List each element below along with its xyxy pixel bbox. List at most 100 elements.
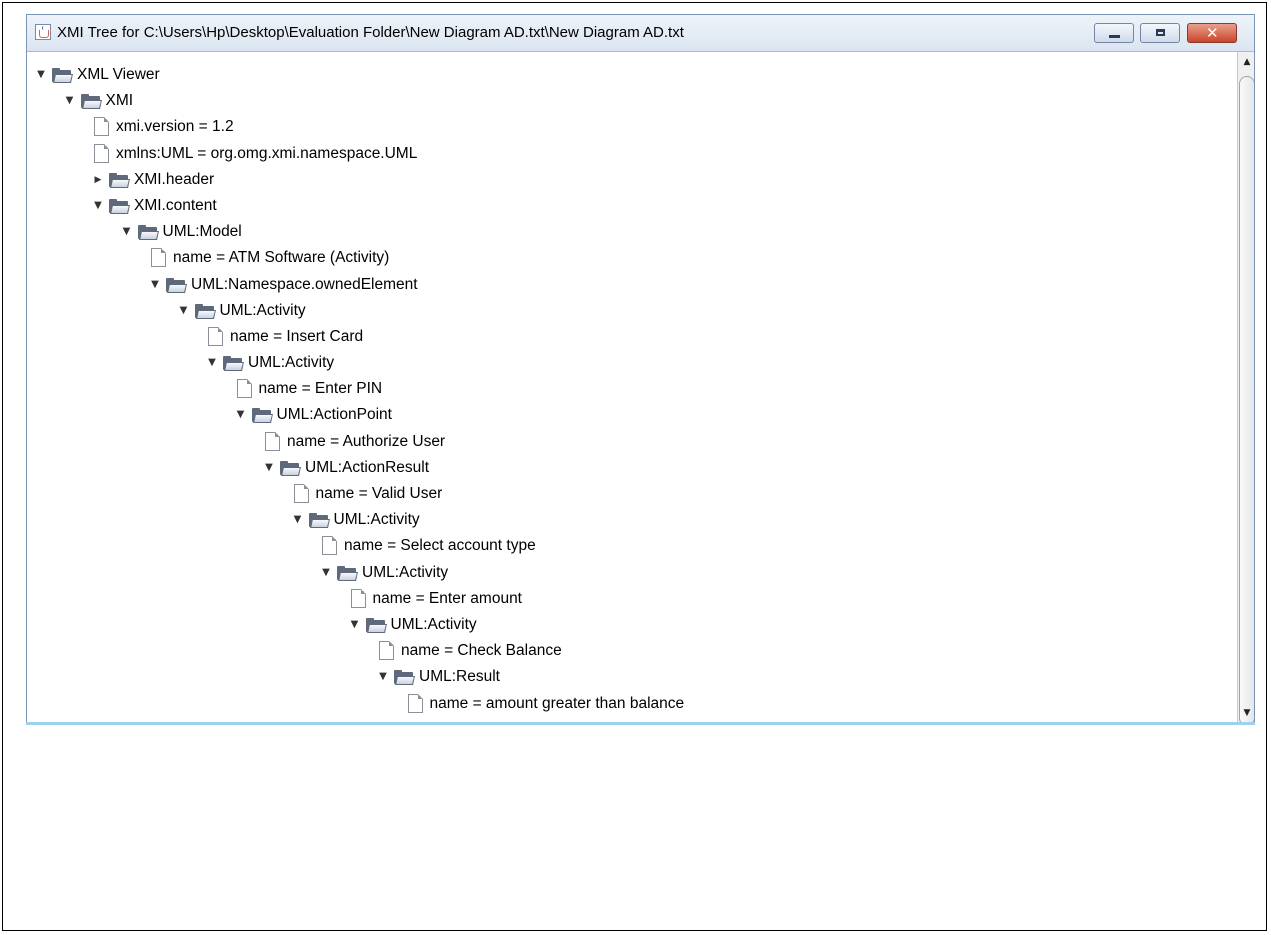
tree-node-leaf[interactable]: name = Enter amount (27, 586, 1237, 612)
triangle-down-icon[interactable]: ▼ (349, 612, 361, 638)
tree-node-label: name = amount greater than balance (429, 694, 685, 712)
tree-node-folder[interactable]: ▼ UML:Activity (27, 350, 1237, 376)
triangle-down-icon[interactable]: ▼ (64, 88, 76, 114)
xml-tree-view[interactable]: ▼ XML Viewer ▼ XMI xmi.version = 1.2 xmlns:UM… (27, 52, 1237, 723)
folder-open-icon (166, 277, 187, 293)
tree-node-folder[interactable]: ▼ UML:Activity (27, 612, 1237, 638)
tree-node-folder[interactable]: ▼ UML:Activity (27, 560, 1237, 586)
tree-node-folder[interactable]: ▼ XML Viewer (27, 62, 1237, 88)
triangle-down-icon[interactable]: ▼ (377, 664, 389, 690)
tree-node-folder[interactable]: ▼ UML:Activity (27, 507, 1237, 533)
vertical-scrollbar[interactable]: ▲ ▼ (1237, 52, 1254, 723)
tree-node-label: xmi.version = 1.2 (116, 118, 234, 136)
folder-open-icon (52, 68, 73, 83)
folder-open-icon (109, 198, 130, 214)
tree-node-leaf[interactable]: name = ATM Software (Activity) (27, 245, 1237, 271)
maximize-button[interactable] (1140, 23, 1180, 43)
tree-node-folder[interactable]: ▼ XMI.content (27, 193, 1237, 219)
tree-node-label: name = Authorize User (287, 432, 446, 450)
maximize-icon (1156, 29, 1165, 36)
folder-open-icon (365, 617, 387, 633)
triangle-down-icon[interactable]: ▼ (320, 560, 332, 586)
minimize-button[interactable] (1094, 23, 1134, 43)
scroll-up-arrow-icon[interactable]: ▲ (1238, 54, 1254, 70)
tree-node-leaf[interactable]: xmi.version = 1.2 (27, 114, 1237, 140)
folder-open-icon (194, 303, 216, 319)
triangle-down-icon[interactable]: ▼ (35, 62, 47, 88)
window-bottom-edge (26, 722, 1255, 725)
file-icon (208, 326, 223, 346)
tree-node-folder[interactable]: ▼ UML:Activity (27, 298, 1237, 324)
tree-node-leaf[interactable]: name = Valid User (27, 481, 1237, 507)
scroll-down-arrow-icon[interactable]: ▼ (1238, 705, 1254, 721)
tree-node-label: XMI.header (134, 170, 215, 188)
tree-node-label: UML:Activity (333, 511, 420, 529)
xmi-tree-window: XMI Tree for C:\Users\Hp\Desktop\Evaluat… (26, 14, 1255, 724)
triangle-down-icon[interactable]: ▼ (92, 193, 104, 219)
triangle-down-icon[interactable]: ▼ (235, 402, 247, 428)
tree-node-folder[interactable]: ▼ UML:ActionPoint (27, 402, 1237, 428)
file-icon (265, 431, 280, 451)
tree-node-leaf[interactable]: name = Select account type (27, 533, 1237, 559)
tree-node-label: UML:Namespace.ownedElement (191, 275, 418, 293)
java-app-icon (35, 24, 51, 40)
file-icon (379, 641, 394, 661)
triangle-right-icon[interactable]: ▶ (92, 167, 104, 193)
file-icon (322, 536, 337, 556)
tree-node-label: XMI.content (134, 196, 217, 214)
tree-node-label: name = ATM Software (Activity) (173, 249, 390, 267)
title-bar[interactable]: XMI Tree for C:\Users\Hp\Desktop\Evaluat… (27, 15, 1254, 52)
file-icon (350, 588, 366, 608)
scroll-thumb[interactable] (1239, 76, 1254, 723)
tree-node-folder[interactable]: ▶ XMI.header (27, 167, 1237, 193)
tree-node-label: UML:Model (162, 223, 242, 241)
triangle-down-icon[interactable]: ▼ (292, 507, 304, 533)
file-icon (293, 484, 309, 503)
file-icon (407, 693, 423, 713)
tree-node-label: UML:Activity (248, 354, 335, 372)
tree-node-folder[interactable]: ▼ XMI (27, 88, 1237, 114)
tree-node-label: UML:Activity (390, 615, 477, 633)
folder-open-icon (109, 172, 130, 188)
close-icon: ✕ (1206, 24, 1219, 42)
tree-node-folder[interactable]: ▼ UML:Model (27, 219, 1237, 245)
triangle-down-icon[interactable]: ▼ (178, 298, 190, 324)
file-icon (94, 117, 109, 137)
tree-node-label: name = Select account type (344, 537, 536, 555)
folder-open-icon (280, 460, 301, 476)
tree-node-leaf[interactable]: name = Check Balance (27, 638, 1237, 664)
triangle-down-icon[interactable]: ▼ (263, 455, 275, 481)
triangle-down-icon[interactable]: ▼ (149, 272, 161, 298)
tree-node-label: UML:Result (419, 668, 500, 686)
tree-node-leaf[interactable]: name = Authorize User (27, 429, 1237, 455)
folder-open-icon (137, 225, 159, 241)
tree-node-folder[interactable]: ▼ UML:Namespace.ownedElement (27, 272, 1237, 298)
file-icon (94, 143, 109, 163)
triangle-down-icon[interactable]: ▼ (121, 219, 133, 245)
minimize-icon (1109, 35, 1120, 38)
folder-open-icon (394, 670, 415, 686)
tree-node-label: UML:ActionResult (305, 458, 430, 476)
tree-node-label: xmlns:UML = org.omg.xmi.namespace.UML (116, 144, 418, 162)
folder-open-icon (337, 565, 358, 581)
close-button[interactable]: ✕ (1187, 23, 1237, 43)
tree-list: ▼ XML Viewer ▼ XMI xmi.version = 1.2 xmlns:UM… (27, 62, 1237, 723)
folder-open-icon (251, 408, 273, 424)
tree-node-label: name = Enter PIN (258, 380, 383, 398)
tree-node-leaf[interactable]: name = amount greater than balance (27, 691, 1237, 717)
tree-node-leaf[interactable]: name = Insert Card (27, 324, 1237, 350)
file-icon (151, 248, 166, 268)
tree-node-leaf[interactable]: name = Enter PIN (27, 376, 1237, 402)
tree-node-label: UML:ActionPoint (276, 406, 392, 424)
tree-node-folder[interactable]: ▼ UML:ActionResult (27, 455, 1237, 481)
folder-open-icon (308, 513, 330, 529)
triangle-down-icon[interactable]: ▼ (206, 350, 218, 376)
window-title: XMI Tree for C:\Users\Hp\Desktop\Evaluat… (57, 24, 684, 41)
file-icon (236, 379, 252, 399)
tree-node-label: name = Check Balance (401, 642, 562, 660)
tree-node-label: name = Valid User (315, 485, 443, 502)
tree-node-label: UML:Activity (219, 301, 306, 319)
tree-node-label: XML Viewer (77, 66, 160, 83)
tree-node-folder[interactable]: ▼ UML:Result (27, 664, 1237, 690)
tree-node-leaf[interactable]: xmlns:UML = org.omg.xmi.namespace.UML (27, 141, 1237, 167)
